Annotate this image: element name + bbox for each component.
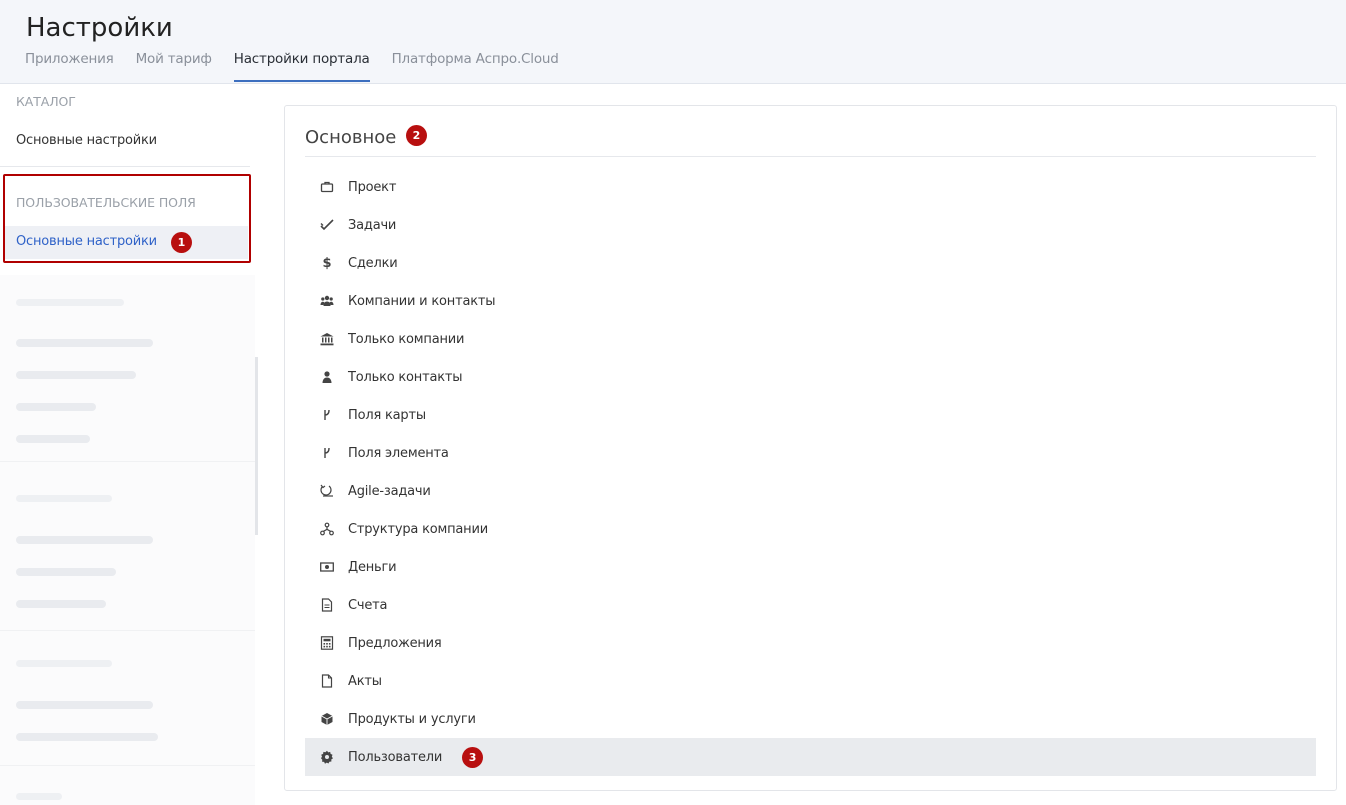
tabs: Приложения Мой тариф Настройки портала П… [25,51,581,82]
branch-icon [320,408,334,422]
card-divider [305,156,1316,157]
menu-item-label: Структура компании [348,521,488,537]
menu-item-offers[interactable]: Предложения [305,624,1316,662]
menu-item-contacts-only[interactable]: Только контакты [305,358,1316,396]
menu-item-element-fields[interactable]: Поля элемента [305,434,1316,472]
menu-item-users[interactable]: Пользователи 3 [305,738,1316,776]
users-icon [320,294,334,308]
bank-icon [320,332,334,346]
menu-item-label: Поля элемента [348,445,449,461]
money-icon [320,560,334,574]
menu-item-label: Только компании [348,331,465,347]
menu-item-label: Акты [348,673,382,689]
menu-item-companies-contacts[interactable]: Компании и контакты [305,282,1316,320]
header: Настройки Приложения Мой тариф Настройки… [0,0,1346,84]
sidebar-blurred-content [0,275,255,805]
sidebar: КАТАЛОГ Основные настройки ПОЛЬЗОВАТЕЛЬС… [0,85,255,805]
calculator-icon [320,636,334,650]
menu-item-acts[interactable]: Акты [305,662,1316,700]
tab-tariff[interactable]: Мой тариф [136,51,212,82]
menu-item-label: Проект [348,179,397,195]
check-icon [320,218,334,232]
menu-item-label: Предложения [348,635,442,651]
menu-item-project[interactable]: Проект [305,168,1316,206]
briefcase-icon [320,180,334,194]
user-icon [320,370,334,384]
menu-item-deals[interactable]: $ Сделки [305,244,1316,282]
menu-item-label: Деньги [348,559,397,575]
tab-apps[interactable]: Приложения [25,51,114,82]
menu-item-label: Компании и контакты [348,293,496,309]
menu-item-tasks[interactable]: Задачи [305,206,1316,244]
dollar-icon: $ [322,255,332,271]
menu-item-money[interactable]: Деньги [305,548,1316,586]
menu-item-label: Agile-задачи [348,483,431,499]
sidebar-scrollbar[interactable] [255,357,258,535]
menu-item-label: Продукты и услуги [348,711,476,727]
menu-item-label: Только контакты [348,369,463,385]
menu-item-products-services[interactable]: Продукты и услуги [305,700,1316,738]
menu-item-label: Пользователи [348,749,443,765]
menu-item-card-fields[interactable]: Поля карты [305,396,1316,434]
highlight-box [3,174,251,263]
sidebar-item-catalog-settings[interactable]: Основные настройки [16,133,157,148]
tab-portal-settings[interactable]: Настройки портала [233,51,370,82]
card-title: Основное [305,127,397,148]
menu-item-company-structure[interactable]: Структура компании [305,510,1316,548]
menu-item-agile-tasks[interactable]: Agile-задачи [305,472,1316,510]
sidebar-divider [0,166,250,167]
sidebar-section-catalog: КАТАЛОГ [16,94,76,109]
menu-item-companies-only[interactable]: Только компании [305,320,1316,358]
annotation-badge-3: 3 [462,746,484,768]
structure-icon [320,522,334,536]
document-icon [320,598,334,612]
menu-item-label: Задачи [348,217,397,233]
annotation-badge-2: 2 [406,125,427,146]
tab-platform[interactable]: Платформа Аспро.Cloud [392,51,559,82]
menu-item-label: Счета [348,597,388,613]
agile-icon [320,484,334,498]
page-title: Настройки [26,13,173,43]
menu-item-label: Поля карты [348,407,426,423]
gear-icon [320,750,334,764]
settings-card: Основное 2 Проект Задачи $ Сделки Компан… [284,105,1337,791]
file-icon [320,674,334,688]
box-icon [320,712,334,726]
menu-item-invoices[interactable]: Счета [305,586,1316,624]
branch-icon [320,446,334,460]
menu-item-label: Сделки [348,255,398,271]
